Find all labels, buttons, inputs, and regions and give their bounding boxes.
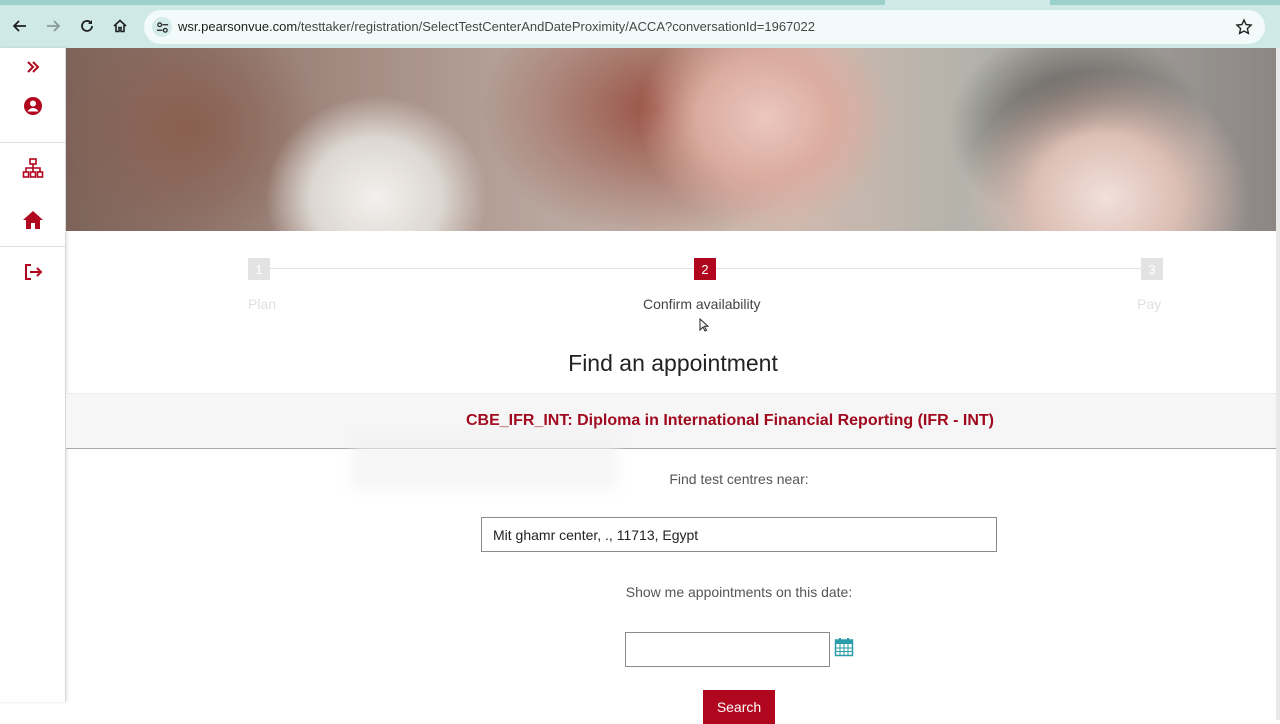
tab-strip — [0, 0, 1280, 5]
sign-out-icon[interactable] — [0, 257, 66, 287]
url-path: /testtaker/registration/SelectTestCenter… — [297, 19, 815, 34]
date-label: Show me appointments on this date: — [625, 584, 853, 600]
url-host: wsr.pearsonvue.com — [178, 19, 298, 34]
home-icon[interactable] — [0, 205, 66, 235]
page-title: Find an appointment — [568, 350, 778, 376]
location-label: Find test centres near: — [669, 471, 809, 487]
step-1-number: 1 — [248, 258, 270, 280]
back-icon[interactable] — [8, 14, 32, 38]
browser-toolbar: wsr.pearsonvue.com/testtaker/registratio… — [0, 0, 1280, 48]
address-bar[interactable]: wsr.pearsonvue.com/testtaker/registratio… — [144, 10, 1265, 44]
hero-banner-image — [66, 48, 1280, 231]
expand-chevrons-icon[interactable] — [0, 52, 66, 82]
bookmark-star-icon[interactable] — [1235, 18, 1253, 36]
site-info-icon[interactable] — [152, 17, 172, 37]
sidebar — [0, 48, 66, 702]
account-icon[interactable] — [0, 91, 66, 121]
search-button[interactable]: Search — [703, 690, 775, 724]
reload-icon[interactable] — [75, 14, 99, 38]
forward-icon[interactable] — [41, 14, 65, 38]
location-input[interactable] — [481, 517, 997, 552]
step-2-number: 2 — [694, 258, 716, 280]
sitemap-icon[interactable] — [0, 153, 66, 183]
step-2-label: Confirm availability — [643, 296, 761, 312]
exam-banner: CBE_IFR_INT: Diploma in International Fi… — [66, 393, 1280, 449]
calendar-icon[interactable] — [834, 637, 854, 657]
url-text: wsr.pearsonvue.com/testtaker/registratio… — [178, 19, 815, 34]
step-3-number: 3 — [1141, 258, 1163, 280]
step-1-label: Plan — [248, 296, 277, 312]
date-input[interactable] — [625, 632, 830, 667]
step-3-label: Pay — [1137, 296, 1162, 312]
exam-title: CBE_IFR_INT: Diploma in International Fi… — [465, 412, 994, 429]
mouse-cursor-icon — [699, 318, 709, 332]
home-icon[interactable] — [108, 14, 132, 38]
page-edge — [1276, 48, 1280, 720]
